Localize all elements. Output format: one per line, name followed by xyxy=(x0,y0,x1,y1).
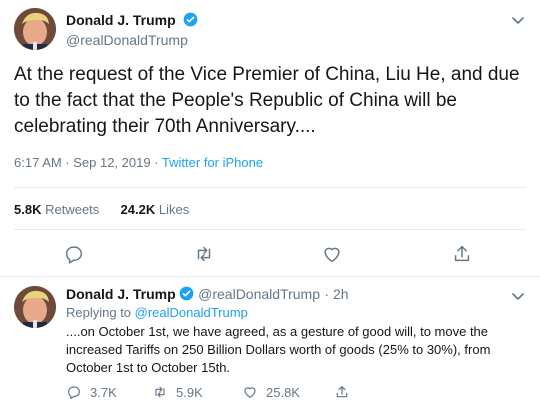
retweet-button[interactable] xyxy=(193,243,215,265)
share-icon xyxy=(454,245,470,262)
replying-to: Replying to @realDonaldTrump xyxy=(66,305,248,320)
tweet-text: At the request of the Vice Premier of Ch… xyxy=(14,64,520,137)
replying-to-link[interactable]: @realDonaldTrump xyxy=(135,305,248,320)
share-button[interactable] xyxy=(334,383,350,401)
divider xyxy=(14,229,526,230)
retweet-icon xyxy=(197,246,211,262)
likes-count: 24.2K xyxy=(120,202,156,217)
author-name[interactable]: Donald J. Trump xyxy=(66,12,176,28)
retweet-count: 5.9K xyxy=(176,384,203,400)
retweets-stat[interactable]: 5.8K Retweets xyxy=(14,202,99,217)
reply-author-avatar[interactable] xyxy=(14,286,56,328)
divider xyxy=(0,276,540,277)
verified-badge-icon xyxy=(183,12,198,27)
reply-age[interactable]: · 2h xyxy=(324,286,348,302)
tweet-source[interactable]: Twitter for iPhone xyxy=(162,155,263,170)
like-count: 25.8K xyxy=(266,384,300,400)
author-header: Donald J. Trump @realDonaldTrump xyxy=(66,12,198,48)
likes-stat[interactable]: 24.2K Likes xyxy=(121,202,190,217)
retweet-icon xyxy=(155,386,165,398)
verified-badge-icon xyxy=(179,286,194,301)
share-button[interactable] xyxy=(451,243,473,265)
reply-button[interactable] xyxy=(63,243,85,265)
retweet-button[interactable]: 5.9K xyxy=(152,383,203,401)
chevron-down-icon[interactable] xyxy=(510,12,526,28)
reply-author-handle[interactable]: @realDonaldTrump xyxy=(198,286,320,302)
like-button[interactable] xyxy=(321,243,343,265)
reply-author-name[interactable]: Donald J. Trump xyxy=(66,286,176,302)
engagement-stats: 5.8K Retweets 24.2K Likes xyxy=(14,202,189,217)
divider xyxy=(14,187,526,188)
reply-header: Donald J. Trump @realDonaldTrump · 2h xyxy=(66,286,349,304)
reply-count: 3.7K xyxy=(90,384,117,400)
retweets-count: 5.8K xyxy=(14,202,42,217)
replying-prefix: Replying to xyxy=(66,305,135,320)
tweet-meta: 6:17 AM · Sep 12, 2019 · Twitter for iPh… xyxy=(14,155,263,170)
author-avatar[interactable] xyxy=(14,8,56,50)
likes-label: Likes xyxy=(158,202,190,217)
heart-icon xyxy=(244,387,256,398)
retweets-label: Retweets xyxy=(45,202,100,217)
chevron-down-icon[interactable] xyxy=(510,288,526,304)
reply-icon xyxy=(68,386,80,400)
tweet-timestamp[interactable]: 6:17 AM · Sep 12, 2019 · xyxy=(14,155,162,170)
author-handle[interactable]: @realDonaldTrump xyxy=(66,32,198,48)
reply-icon xyxy=(65,246,83,264)
reply-tweet-text: ....on October 1st, we have agreed, as a… xyxy=(66,324,491,375)
reply-button[interactable]: 3.7K xyxy=(66,383,117,401)
heart-icon xyxy=(324,247,340,263)
share-icon xyxy=(336,386,348,398)
like-button[interactable]: 25.8K xyxy=(242,383,300,401)
